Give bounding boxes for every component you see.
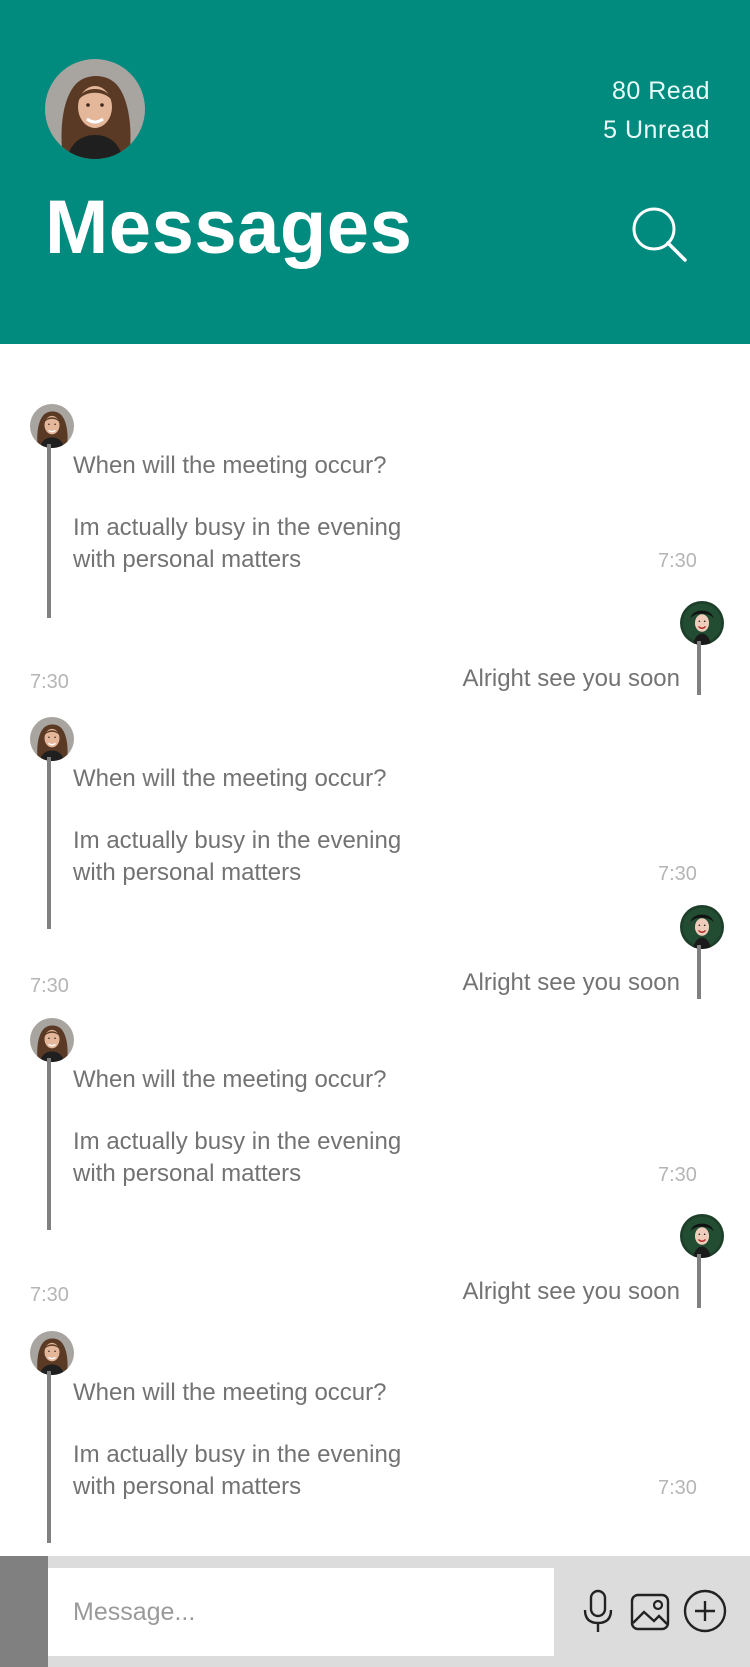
plus-circle-icon[interactable]	[682, 1588, 728, 1634]
message-bar	[47, 444, 51, 618]
message-bar	[47, 1371, 51, 1543]
message-text: Im actually busy in the evening	[73, 827, 402, 854]
image-icon[interactable]	[627, 1588, 673, 1634]
composer-accent-strip	[0, 1556, 48, 1667]
message-time: 7:30	[658, 1164, 697, 1186]
search-icon[interactable]	[630, 205, 690, 265]
message-text: Im actually busy in the evening	[73, 514, 402, 541]
message-text: When will the meeting occur?	[73, 1379, 387, 1406]
message-text: Alright see you soon	[462, 1278, 680, 1305]
sender-avatar[interactable]	[30, 1018, 74, 1062]
sender-avatar[interactable]	[30, 1331, 74, 1375]
header: 80 Read 5 Unread Messages	[0, 0, 750, 344]
message-text: with personal matters	[73, 546, 302, 573]
unread-count: 5 Unread	[603, 116, 710, 144]
message-bar	[697, 945, 701, 999]
message-time: 7:30	[658, 550, 697, 572]
sender-avatar[interactable]	[30, 404, 74, 448]
message-time: 7:30	[658, 1477, 697, 1499]
message-text: When will the meeting occur?	[73, 765, 387, 792]
message-text: with personal matters	[73, 1473, 302, 1500]
composer-bar	[0, 1556, 750, 1667]
message-text: When will the meeting occur?	[73, 1066, 387, 1093]
microphone-icon[interactable]	[575, 1588, 621, 1634]
recipient-avatar[interactable]	[680, 905, 724, 949]
recipient-avatar[interactable]	[680, 601, 724, 645]
message-text: Im actually busy in the evening	[73, 1441, 402, 1468]
message-bar	[697, 1254, 701, 1308]
profile-avatar[interactable]	[45, 59, 145, 159]
message-text: Im actually busy in the evening	[73, 1128, 402, 1155]
message-input[interactable]	[48, 1568, 554, 1656]
message-bar	[47, 1058, 51, 1230]
message-bar	[697, 641, 701, 695]
message-time: 7:30	[30, 671, 69, 693]
message-time: 7:30	[30, 1284, 69, 1306]
message-time: 7:30	[30, 975, 69, 997]
read-count: 80 Read	[611, 77, 710, 105]
message-time: 7:30	[658, 863, 697, 885]
recipient-avatar[interactable]	[680, 1214, 724, 1258]
message-text: Alright see you soon	[462, 969, 680, 996]
message-bar	[47, 757, 51, 929]
message-text: Alright see you soon	[462, 665, 680, 692]
sender-avatar[interactable]	[30, 717, 74, 761]
message-text: with personal matters	[73, 859, 302, 886]
page-title: Messages	[45, 185, 413, 270]
message-text: with personal matters	[73, 1160, 302, 1187]
message-text: When will the meeting occur?	[73, 452, 387, 479]
